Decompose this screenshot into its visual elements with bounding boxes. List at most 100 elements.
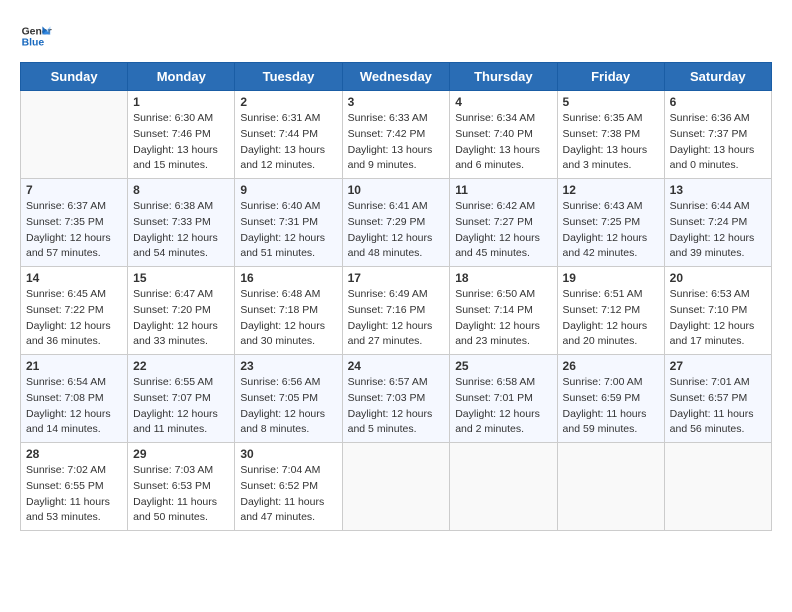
sunrise: Sunrise: 6:47 AM (133, 287, 229, 303)
sunrise: Sunrise: 6:55 AM (133, 375, 229, 391)
sunset: Sunset: 6:53 PM (133, 479, 229, 495)
day-header-tuesday: Tuesday (235, 63, 342, 91)
cell-content: Sunrise: 6:34 AM Sunset: 7:40 PM Dayligh… (455, 111, 551, 174)
sunset: Sunset: 7:38 PM (563, 127, 659, 143)
calendar-week-1: 1 Sunrise: 6:30 AM Sunset: 7:46 PM Dayli… (21, 91, 772, 179)
day-number: 30 (240, 447, 336, 461)
cell-content: Sunrise: 7:04 AM Sunset: 6:52 PM Dayligh… (240, 463, 336, 526)
calendar-cell: 10 Sunrise: 6:41 AM Sunset: 7:29 PM Dayl… (342, 179, 450, 267)
day-number: 8 (133, 183, 229, 197)
daylight: Daylight: 12 hours and 17 minutes. (670, 319, 766, 351)
page-header: General Blue (20, 20, 772, 52)
sunset: Sunset: 7:35 PM (26, 215, 122, 231)
calendar-cell: 12 Sunrise: 6:43 AM Sunset: 7:25 PM Dayl… (557, 179, 664, 267)
sunrise: Sunrise: 6:40 AM (240, 199, 336, 215)
sunset: Sunset: 7:37 PM (670, 127, 766, 143)
cell-content: Sunrise: 6:49 AM Sunset: 7:16 PM Dayligh… (348, 287, 445, 350)
sunset: Sunset: 6:55 PM (26, 479, 122, 495)
sunrise: Sunrise: 6:30 AM (133, 111, 229, 127)
sunrise: Sunrise: 6:54 AM (26, 375, 122, 391)
calendar-cell: 3 Sunrise: 6:33 AM Sunset: 7:42 PM Dayli… (342, 91, 450, 179)
daylight: Daylight: 12 hours and 45 minutes. (455, 231, 551, 263)
calendar-cell: 13 Sunrise: 6:44 AM Sunset: 7:24 PM Dayl… (664, 179, 771, 267)
sunset: Sunset: 7:16 PM (348, 303, 445, 319)
calendar-cell: 19 Sunrise: 6:51 AM Sunset: 7:12 PM Dayl… (557, 267, 664, 355)
sunset: Sunset: 7:27 PM (455, 215, 551, 231)
logo: General Blue (20, 20, 52, 52)
daylight: Daylight: 12 hours and 11 minutes. (133, 407, 229, 439)
calendar-cell: 9 Sunrise: 6:40 AM Sunset: 7:31 PM Dayli… (235, 179, 342, 267)
day-number: 12 (563, 183, 659, 197)
sunrise: Sunrise: 6:49 AM (348, 287, 445, 303)
day-number: 28 (26, 447, 122, 461)
sunset: Sunset: 7:25 PM (563, 215, 659, 231)
calendar-cell: 6 Sunrise: 6:36 AM Sunset: 7:37 PM Dayli… (664, 91, 771, 179)
sunset: Sunset: 7:42 PM (348, 127, 445, 143)
day-number: 29 (133, 447, 229, 461)
logo-icon: General Blue (20, 20, 52, 52)
sunrise: Sunrise: 6:31 AM (240, 111, 336, 127)
calendar-cell: 7 Sunrise: 6:37 AM Sunset: 7:35 PM Dayli… (21, 179, 128, 267)
calendar-cell: 17 Sunrise: 6:49 AM Sunset: 7:16 PM Dayl… (342, 267, 450, 355)
sunrise: Sunrise: 6:56 AM (240, 375, 336, 391)
sunset: Sunset: 6:59 PM (563, 391, 659, 407)
day-header-sunday: Sunday (21, 63, 128, 91)
cell-content: Sunrise: 6:51 AM Sunset: 7:12 PM Dayligh… (563, 287, 659, 350)
sunset: Sunset: 6:57 PM (670, 391, 766, 407)
calendar-cell (21, 91, 128, 179)
sunrise: Sunrise: 6:44 AM (670, 199, 766, 215)
cell-content: Sunrise: 6:53 AM Sunset: 7:10 PM Dayligh… (670, 287, 766, 350)
calendar-week-2: 7 Sunrise: 6:37 AM Sunset: 7:35 PM Dayli… (21, 179, 772, 267)
sunset: Sunset: 7:14 PM (455, 303, 551, 319)
daylight: Daylight: 13 hours and 6 minutes. (455, 143, 551, 175)
day-header-monday: Monday (128, 63, 235, 91)
daylight: Daylight: 12 hours and 39 minutes. (670, 231, 766, 263)
cell-content: Sunrise: 6:47 AM Sunset: 7:20 PM Dayligh… (133, 287, 229, 350)
calendar-cell: 26 Sunrise: 7:00 AM Sunset: 6:59 PM Dayl… (557, 355, 664, 443)
day-header-thursday: Thursday (450, 63, 557, 91)
daylight: Daylight: 11 hours and 59 minutes. (563, 407, 659, 439)
sunset: Sunset: 7:03 PM (348, 391, 445, 407)
day-number: 10 (348, 183, 445, 197)
calendar-cell (342, 443, 450, 531)
sunrise: Sunrise: 6:45 AM (26, 287, 122, 303)
sunset: Sunset: 7:29 PM (348, 215, 445, 231)
cell-content: Sunrise: 6:45 AM Sunset: 7:22 PM Dayligh… (26, 287, 122, 350)
sunset: Sunset: 7:18 PM (240, 303, 336, 319)
daylight: Daylight: 11 hours and 56 minutes. (670, 407, 766, 439)
calendar-cell: 22 Sunrise: 6:55 AM Sunset: 7:07 PM Dayl… (128, 355, 235, 443)
sunset: Sunset: 7:22 PM (26, 303, 122, 319)
cell-content: Sunrise: 7:00 AM Sunset: 6:59 PM Dayligh… (563, 375, 659, 438)
day-number: 3 (348, 95, 445, 109)
day-number: 24 (348, 359, 445, 373)
daylight: Daylight: 12 hours and 48 minutes. (348, 231, 445, 263)
daylight: Daylight: 12 hours and 33 minutes. (133, 319, 229, 351)
daylight: Daylight: 13 hours and 9 minutes. (348, 143, 445, 175)
cell-content: Sunrise: 6:54 AM Sunset: 7:08 PM Dayligh… (26, 375, 122, 438)
sunrise: Sunrise: 7:01 AM (670, 375, 766, 391)
day-number: 18 (455, 271, 551, 285)
sunset: Sunset: 7:44 PM (240, 127, 336, 143)
day-number: 11 (455, 183, 551, 197)
calendar-cell: 8 Sunrise: 6:38 AM Sunset: 7:33 PM Dayli… (128, 179, 235, 267)
sunrise: Sunrise: 6:57 AM (348, 375, 445, 391)
cell-content: Sunrise: 6:48 AM Sunset: 7:18 PM Dayligh… (240, 287, 336, 350)
day-number: 1 (133, 95, 229, 109)
calendar-cell: 2 Sunrise: 6:31 AM Sunset: 7:44 PM Dayli… (235, 91, 342, 179)
sunrise: Sunrise: 6:42 AM (455, 199, 551, 215)
sunset: Sunset: 6:52 PM (240, 479, 336, 495)
sunset: Sunset: 7:01 PM (455, 391, 551, 407)
sunrise: Sunrise: 7:00 AM (563, 375, 659, 391)
cell-content: Sunrise: 6:33 AM Sunset: 7:42 PM Dayligh… (348, 111, 445, 174)
day-number: 21 (26, 359, 122, 373)
sunrise: Sunrise: 6:53 AM (670, 287, 766, 303)
cell-content: Sunrise: 6:42 AM Sunset: 7:27 PM Dayligh… (455, 199, 551, 262)
cell-content: Sunrise: 6:55 AM Sunset: 7:07 PM Dayligh… (133, 375, 229, 438)
calendar-cell: 11 Sunrise: 6:42 AM Sunset: 7:27 PM Dayl… (450, 179, 557, 267)
sunrise: Sunrise: 6:48 AM (240, 287, 336, 303)
day-header-friday: Friday (557, 63, 664, 91)
calendar-cell: 5 Sunrise: 6:35 AM Sunset: 7:38 PM Dayli… (557, 91, 664, 179)
cell-content: Sunrise: 6:50 AM Sunset: 7:14 PM Dayligh… (455, 287, 551, 350)
daylight: Daylight: 11 hours and 47 minutes. (240, 495, 336, 527)
calendar-cell: 27 Sunrise: 7:01 AM Sunset: 6:57 PM Dayl… (664, 355, 771, 443)
